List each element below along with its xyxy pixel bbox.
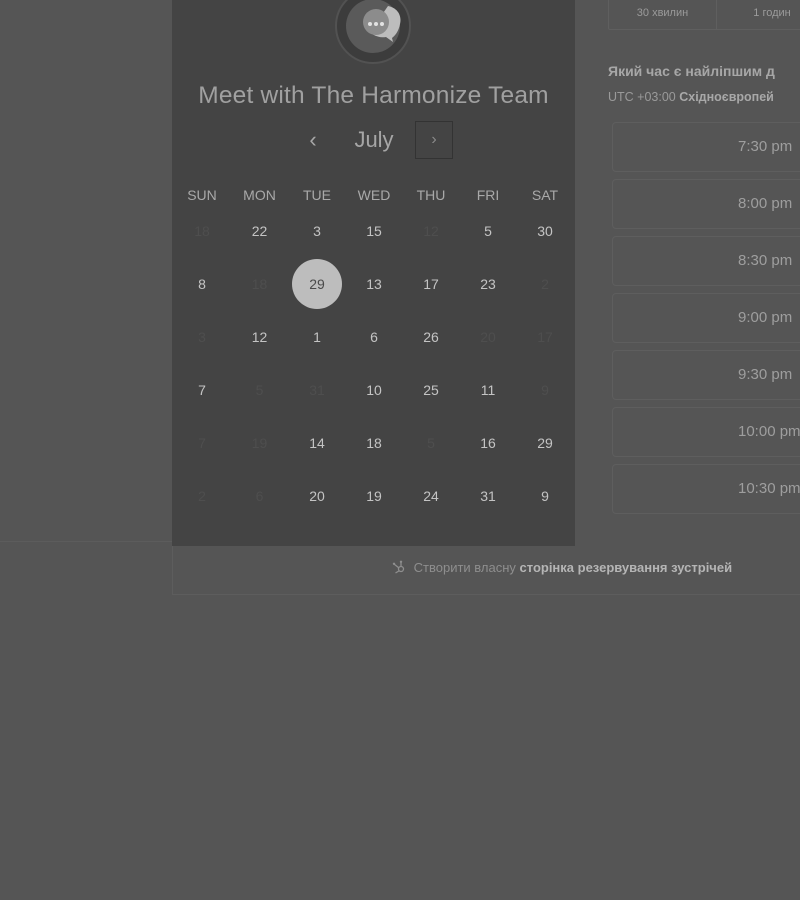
weekday-label: WED	[357, 187, 391, 203]
duration-30-min-button[interactable]: 30 хвилин	[609, 0, 717, 29]
weekday-label: FRI	[476, 187, 500, 203]
previous-month-button[interactable]: ‹	[300, 125, 326, 155]
available-day[interactable]: 19	[352, 474, 396, 518]
time-slot-label: 10:30 pm	[738, 480, 800, 497]
available-day[interactable]: 5	[466, 209, 510, 253]
time-slot-label: 7:30 pm	[738, 138, 793, 155]
weekday-label: MON	[243, 187, 276, 203]
available-day[interactable]: 26	[409, 315, 453, 359]
available-day[interactable]: 29	[523, 421, 567, 465]
unavailable-day: 18	[251, 276, 268, 292]
time-slot-label: 9:30 pm	[738, 366, 793, 383]
unavailable-day: 18	[194, 223, 210, 239]
available-day[interactable]: 24	[409, 474, 453, 518]
footer-link-text: сторінка резервування зустрічей	[519, 560, 733, 575]
time-slot-button[interactable]: 8:00 pm	[612, 179, 800, 229]
available-day[interactable]: 16	[466, 421, 510, 465]
unavailable-day: 3	[198, 329, 206, 345]
available-day[interactable]: 23	[466, 262, 510, 306]
footer-link[interactable]: Створити власну сторінка резервування зу…	[392, 560, 732, 575]
unavailable-day: 31	[309, 382, 325, 398]
month-label: July	[354, 127, 394, 152]
weekday-label: SAT	[531, 187, 559, 203]
time-slot-label: 8:30 pm	[738, 252, 793, 269]
available-day[interactable]: 20	[295, 474, 339, 518]
time-panel: 30 хвилин 1 годин Який час є найліпшим д…	[575, 0, 800, 546]
time-question: Який час є найліпшим д	[608, 63, 775, 79]
unavailable-day: 17	[537, 329, 553, 345]
unavailable-day: 5	[427, 435, 435, 451]
time-slot-button[interactable]: 7:30 pm	[612, 122, 800, 172]
available-day[interactable]: 14	[295, 421, 339, 465]
unavailable-day: 19	[251, 435, 268, 451]
unavailable-day: 2	[198, 488, 206, 504]
available-day[interactable]: 8	[180, 262, 224, 306]
available-day[interactable]: 22	[238, 209, 282, 253]
available-day[interactable]: 1	[295, 315, 339, 359]
available-day[interactable]: 13	[352, 262, 396, 306]
unavailable-day: 12	[423, 223, 439, 239]
weekday-label: THU	[416, 187, 446, 203]
timezone-offset: UTC +03:00	[608, 90, 676, 104]
available-day[interactable]: 15	[352, 209, 396, 253]
available-day[interactable]: 25	[409, 368, 453, 412]
time-slot-label: 9:00 pm	[738, 309, 793, 326]
time-slot-button[interactable]: 9:00 pm	[612, 293, 800, 343]
available-day[interactable]: 17	[409, 262, 453, 306]
time-slot-button[interactable]: 8:30 pm	[612, 236, 800, 286]
duration-1-hour-button[interactable]: 1 годин	[717, 0, 800, 29]
selected-day[interactable]: 29	[292, 259, 342, 309]
available-day[interactable]: 11	[466, 368, 510, 412]
timezone-selector[interactable]: UTC +03:00 Східноєвропей	[608, 90, 774, 104]
time-slot-button[interactable]: 9:30 pm	[612, 350, 800, 400]
chat-bubble-icon	[363, 6, 401, 42]
sprocket-icon	[392, 560, 405, 574]
next-month-button[interactable]: ›	[415, 121, 453, 159]
available-day[interactable]: 7	[180, 368, 224, 412]
unavailable-day: 2	[541, 276, 549, 292]
time-slot-button[interactable]: 10:00 pm	[612, 407, 800, 457]
duration-selector: 30 хвилин 1 годин	[608, 0, 800, 30]
booking-page: Meet with The Harmonize Team ‹ July › SU…	[0, 0, 800, 900]
time-slot-button[interactable]: 10:30 pm	[612, 464, 800, 514]
available-day[interactable]: 9	[523, 474, 567, 518]
unavailable-day: 6	[255, 488, 264, 504]
timezone-name: Східноєвропей	[679, 90, 774, 104]
available-day[interactable]: 18	[352, 421, 396, 465]
unavailable-day: 20	[480, 329, 496, 345]
available-day[interactable]: 3	[295, 209, 339, 253]
weekday-label: TUE	[303, 187, 331, 203]
footer-prefix: Створити власну	[413, 560, 516, 575]
available-day[interactable]: 30	[523, 209, 567, 253]
divider	[0, 541, 172, 542]
unavailable-day: 9	[541, 382, 549, 398]
time-slot-label: 8:00 pm	[738, 195, 793, 212]
available-day[interactable]: 10	[352, 368, 396, 412]
available-day[interactable]: 12	[238, 315, 282, 359]
available-day[interactable]: 6	[352, 315, 396, 359]
unavailable-day: 5	[255, 382, 264, 398]
unavailable-day: 7	[198, 435, 206, 451]
available-day[interactable]: 31	[466, 474, 510, 518]
weekday-label: SUN	[187, 187, 217, 203]
time-slot-label: 10:00 pm	[738, 423, 800, 440]
meeting-title: Meet with The Harmonize Team	[198, 82, 549, 109]
